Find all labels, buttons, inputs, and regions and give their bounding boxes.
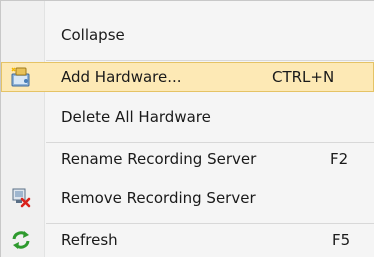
menu-item-add-hardware[interactable]: Add Hardware... CTRL+N (1, 62, 374, 92)
menu-item-remove-recording-server[interactable]: Remove Recording Server (1, 183, 374, 213)
menu-item-refresh[interactable]: Refresh F5 (1, 225, 374, 255)
menu-item-shortcut: CTRL+N (272, 68, 335, 86)
context-menu: Collapse Add Hardware... CTRL+N Delete A… (0, 0, 374, 257)
menu-separator (46, 60, 374, 61)
remove-server-icon (10, 187, 32, 209)
menu-item-label: Rename Recording Server (61, 150, 257, 168)
menu-item-delete-all-hardware[interactable]: Delete All Hardware (1, 102, 374, 132)
menu-item-rename-recording-server[interactable]: Rename Recording Server F2 (1, 144, 374, 174)
menu-item-label: Delete All Hardware (61, 108, 211, 126)
menu-separator (46, 142, 374, 143)
menu-separator (46, 223, 374, 224)
menu-item-shortcut: F5 (332, 231, 351, 249)
menu-item-label: Remove Recording Server (61, 189, 256, 207)
menu-item-label: Collapse (61, 26, 125, 44)
menu-item-label: Refresh (61, 231, 118, 249)
menu-item-label: Add Hardware... (61, 68, 182, 86)
menu-item-collapse[interactable]: Collapse (1, 20, 374, 50)
add-hardware-icon (10, 66, 32, 88)
menu-item-shortcut: F2 (330, 150, 349, 168)
refresh-icon (10, 229, 32, 251)
